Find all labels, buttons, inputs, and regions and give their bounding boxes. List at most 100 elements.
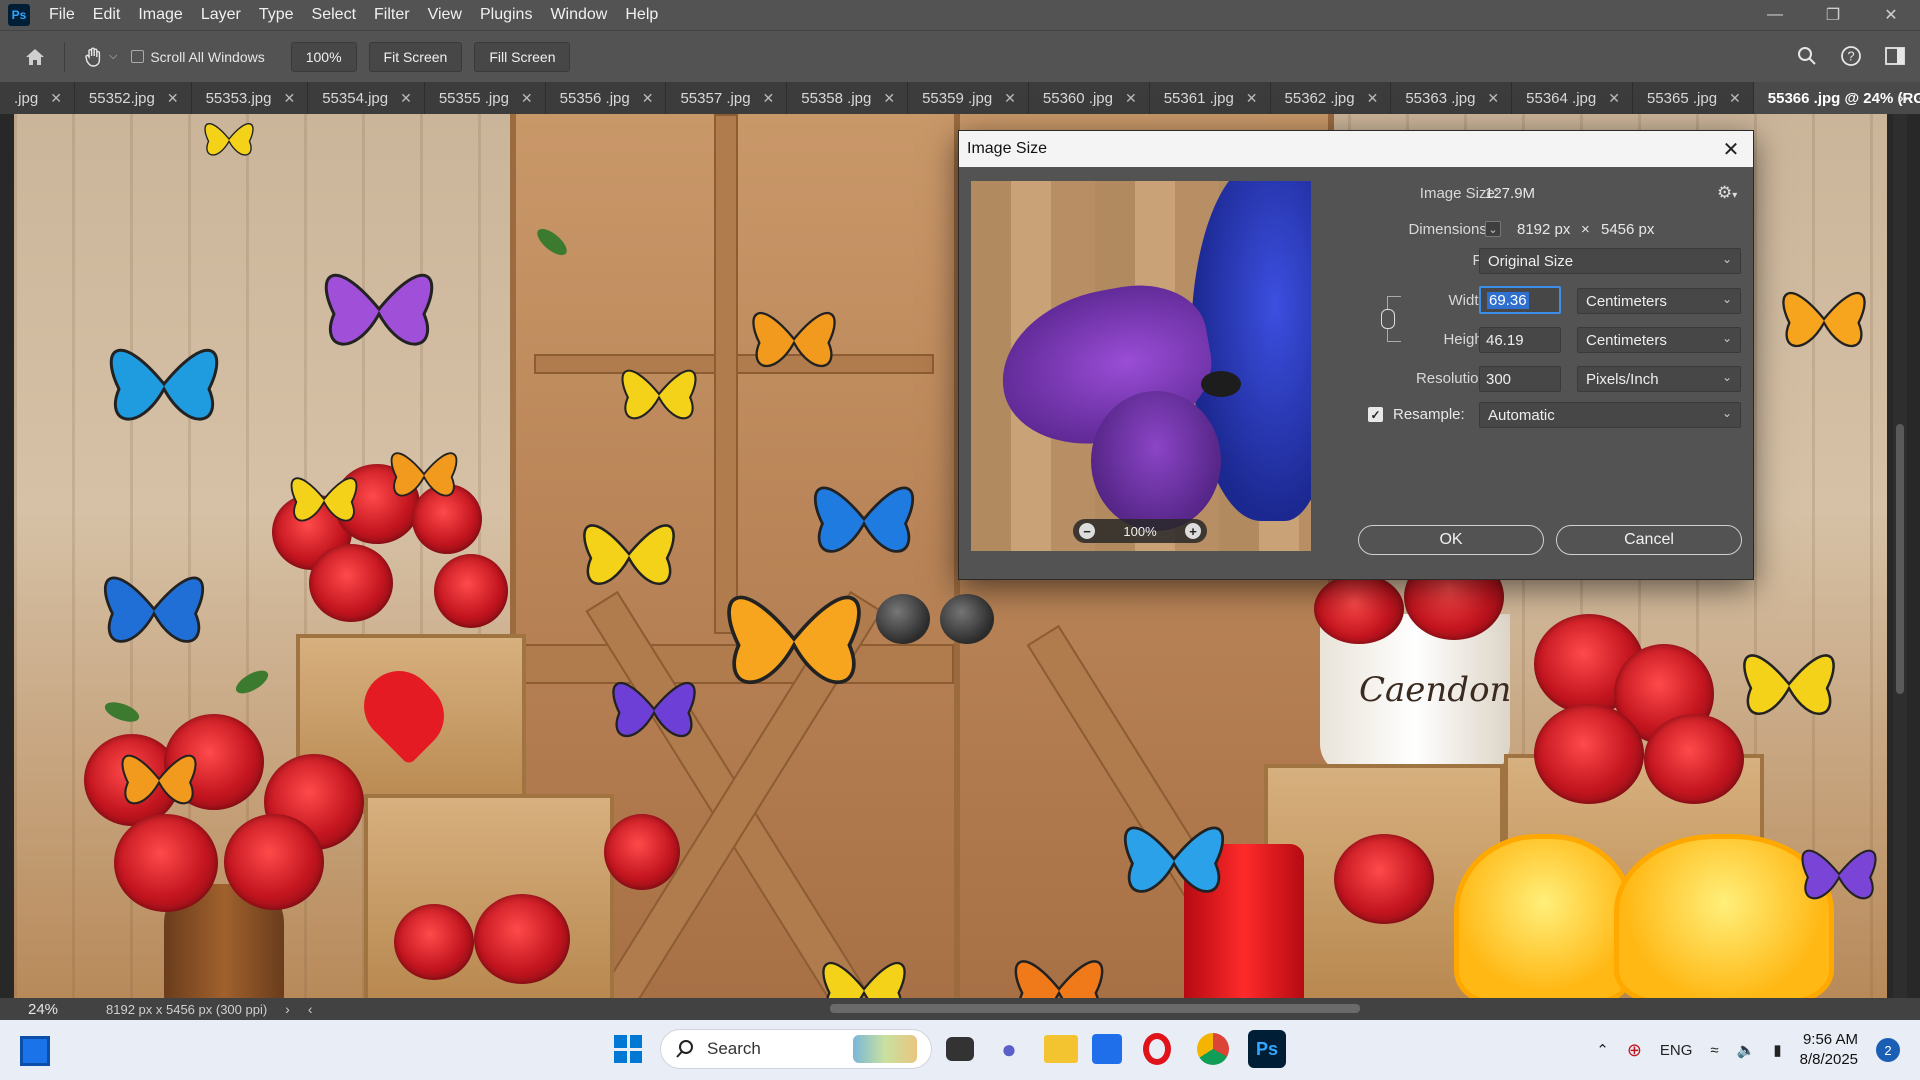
hand-tool-icon[interactable] xyxy=(81,44,107,70)
close-tab-icon[interactable]: ✕ xyxy=(50,90,62,107)
menu-type[interactable]: Type xyxy=(250,6,303,24)
image-preview[interactable]: − 100% + xyxy=(971,181,1311,551)
tab-document[interactable]: 55362 .jpg ✕ xyxy=(1271,82,1392,114)
close-tab-icon[interactable]: ✕ xyxy=(642,90,654,107)
menu-help[interactable]: Help xyxy=(616,6,667,24)
zoom-in-icon[interactable]: + xyxy=(1185,523,1201,539)
tab-document[interactable]: 55356 .jpg ✕ xyxy=(546,82,667,114)
width-unit-select[interactable]: Centimeters ⌄ xyxy=(1577,288,1741,314)
input-language[interactable]: ENG xyxy=(1660,1042,1693,1059)
height-unit-select[interactable]: Centimeters ⌄ xyxy=(1577,327,1741,353)
tab-document[interactable]: 55355 .jpg ✕ xyxy=(425,82,546,114)
tray-overflow-chevron-icon[interactable]: ⌃ xyxy=(1596,1041,1609,1059)
zoom-level-field[interactable]: 24% xyxy=(0,1001,70,1018)
width-input[interactable]: 69.36 xyxy=(1479,286,1561,314)
menu-plugins[interactable]: Plugins xyxy=(471,6,541,24)
volume-muted-icon[interactable]: 🔈 xyxy=(1737,1041,1756,1059)
minimize-icon[interactable]: — xyxy=(1746,0,1804,30)
close-tab-icon[interactable]: ✕ xyxy=(1004,90,1016,107)
tab-document[interactable]: 55352.jpg ✕ xyxy=(75,82,192,114)
cancel-button[interactable]: Cancel xyxy=(1556,525,1742,555)
opera-icon[interactable] xyxy=(1136,1028,1178,1070)
more-tabs-icon[interactable]: » xyxy=(1898,88,1908,109)
tab-document[interactable]: 55361 .jpg ✕ xyxy=(1150,82,1271,114)
tab-document[interactable]: 55363 .jpg ✕ xyxy=(1391,82,1513,114)
menu-view[interactable]: View xyxy=(419,6,471,24)
tab-document[interactable]: 55353.jpg ✕ xyxy=(192,82,309,114)
horizontal-scroll-thumb[interactable] xyxy=(830,1004,1360,1013)
resample-checkbox[interactable]: ✓ xyxy=(1368,407,1383,422)
settings-gear-icon[interactable]: ⚙▾ xyxy=(1717,183,1737,203)
tab-document[interactable]: 55359 .jpg ✕ xyxy=(908,82,1029,114)
close-tab-icon[interactable]: ✕ xyxy=(167,90,179,107)
tab-document[interactable]: 55358 .jpg ✕ xyxy=(787,82,909,114)
microsoft-store-icon[interactable] xyxy=(1092,1034,1122,1064)
task-view-icon[interactable] xyxy=(946,1037,974,1061)
constrain-proportions-link-icon[interactable] xyxy=(1381,309,1395,329)
file-explorer-icon[interactable] xyxy=(1044,1035,1078,1063)
teams-chat-icon[interactable]: ● xyxy=(988,1028,1030,1070)
menu-select[interactable]: Select xyxy=(303,6,365,24)
search-placeholder: Search xyxy=(707,1039,761,1058)
fit-to-select[interactable]: Original Size ⌄ xyxy=(1479,248,1741,274)
workspace-icon[interactable] xyxy=(1882,43,1908,69)
tab-active-document[interactable]: 55366 .jpg @ 24% (RGB/8#)✕ xyxy=(1753,82,1920,114)
zoom-out-icon[interactable]: − xyxy=(1079,523,1095,539)
fit-screen-button[interactable]: Fit Screen xyxy=(368,41,463,72)
menu-image[interactable]: Image xyxy=(129,6,191,24)
close-window-icon[interactable]: ✕ xyxy=(1862,0,1920,30)
scroll-left-chevron-icon[interactable]: ‹ xyxy=(308,1001,313,1017)
close-tab-icon[interactable]: ✕ xyxy=(283,90,295,107)
fill-screen-button[interactable]: Fill Screen xyxy=(474,41,571,72)
chrome-icon[interactable] xyxy=(1192,1028,1234,1070)
search-icon[interactable] xyxy=(1794,43,1820,69)
photoshop-taskbar-icon[interactable]: Ps xyxy=(1248,1030,1286,1068)
close-tab-icon[interactable]: ✕ xyxy=(1125,90,1137,107)
vpn-icon[interactable]: ⊕ xyxy=(1627,1040,1642,1061)
tab-document[interactable]: .jpg ✕ xyxy=(0,82,75,114)
dimensions-units-dropdown[interactable]: ⌄ xyxy=(1485,221,1501,237)
height-input[interactable]: 46.19 xyxy=(1479,327,1561,353)
wifi-icon[interactable]: ≈ xyxy=(1710,1042,1718,1059)
status-expand-chevron-icon[interactable]: › xyxy=(285,1001,290,1017)
menu-filter[interactable]: Filter xyxy=(365,6,419,24)
clock[interactable]: 9:56 AM 8/8/2025 xyxy=(1800,1030,1858,1070)
resolution-input[interactable]: 300 xyxy=(1479,366,1561,392)
menu-edit[interactable]: Edit xyxy=(84,6,130,24)
help-icon[interactable]: ? xyxy=(1838,43,1864,69)
close-tab-icon[interactable]: ✕ xyxy=(883,90,895,107)
close-tab-icon[interactable]: ✕ xyxy=(1487,90,1499,107)
close-tab-icon[interactable]: ✕ xyxy=(400,90,412,107)
close-icon[interactable]: ✕ xyxy=(1719,137,1743,161)
close-tab-icon[interactable]: ✕ xyxy=(1729,90,1741,107)
widgets-icon[interactable] xyxy=(20,1036,50,1066)
taskbar-search[interactable]: Search xyxy=(660,1029,932,1069)
close-tab-icon[interactable]: ✕ xyxy=(1246,90,1258,107)
menu-file[interactable]: File xyxy=(40,6,84,24)
menu-layer[interactable]: Layer xyxy=(192,6,250,24)
restore-icon[interactable]: ❐ xyxy=(1804,0,1862,30)
ok-button[interactable]: OK xyxy=(1358,525,1544,555)
close-tab-icon[interactable]: ✕ xyxy=(1608,90,1620,107)
home-icon[interactable] xyxy=(22,44,48,70)
scroll-all-windows-checkbox[interactable] xyxy=(131,50,145,63)
tool-preset-chevron-icon[interactable]: ⌵ xyxy=(109,50,117,63)
tab-document[interactable]: 55365 .jpg ✕ xyxy=(1633,82,1754,114)
vertical-scroll-thumb[interactable] xyxy=(1896,424,1904,694)
zoom-100-button[interactable]: 100% xyxy=(290,41,357,72)
menu-window[interactable]: Window xyxy=(541,6,616,24)
tab-document[interactable]: 55364 .jpg ✕ xyxy=(1512,82,1633,114)
tab-document[interactable]: 55357 .jpg ✕ xyxy=(666,82,788,114)
resample-select[interactable]: Automatic ⌄ xyxy=(1479,402,1741,428)
close-tab-icon[interactable]: ✕ xyxy=(521,90,533,107)
tab-document[interactable]: 55354.jpg ✕ xyxy=(308,82,425,114)
vertical-scrollbar[interactable] xyxy=(1893,114,1907,998)
battery-icon[interactable]: ▮ xyxy=(1773,1041,1781,1059)
dialog-titlebar[interactable]: Image Size ✕ xyxy=(959,131,1753,167)
notification-badge[interactable]: 2 xyxy=(1876,1038,1900,1062)
resolution-unit-select[interactable]: Pixels/Inch ⌄ xyxy=(1577,366,1741,392)
close-tab-icon[interactable]: ✕ xyxy=(763,90,775,107)
tab-document[interactable]: 55360 .jpg ✕ xyxy=(1029,82,1150,114)
start-button[interactable] xyxy=(610,1031,646,1067)
close-tab-icon[interactable]: ✕ xyxy=(1367,90,1379,107)
